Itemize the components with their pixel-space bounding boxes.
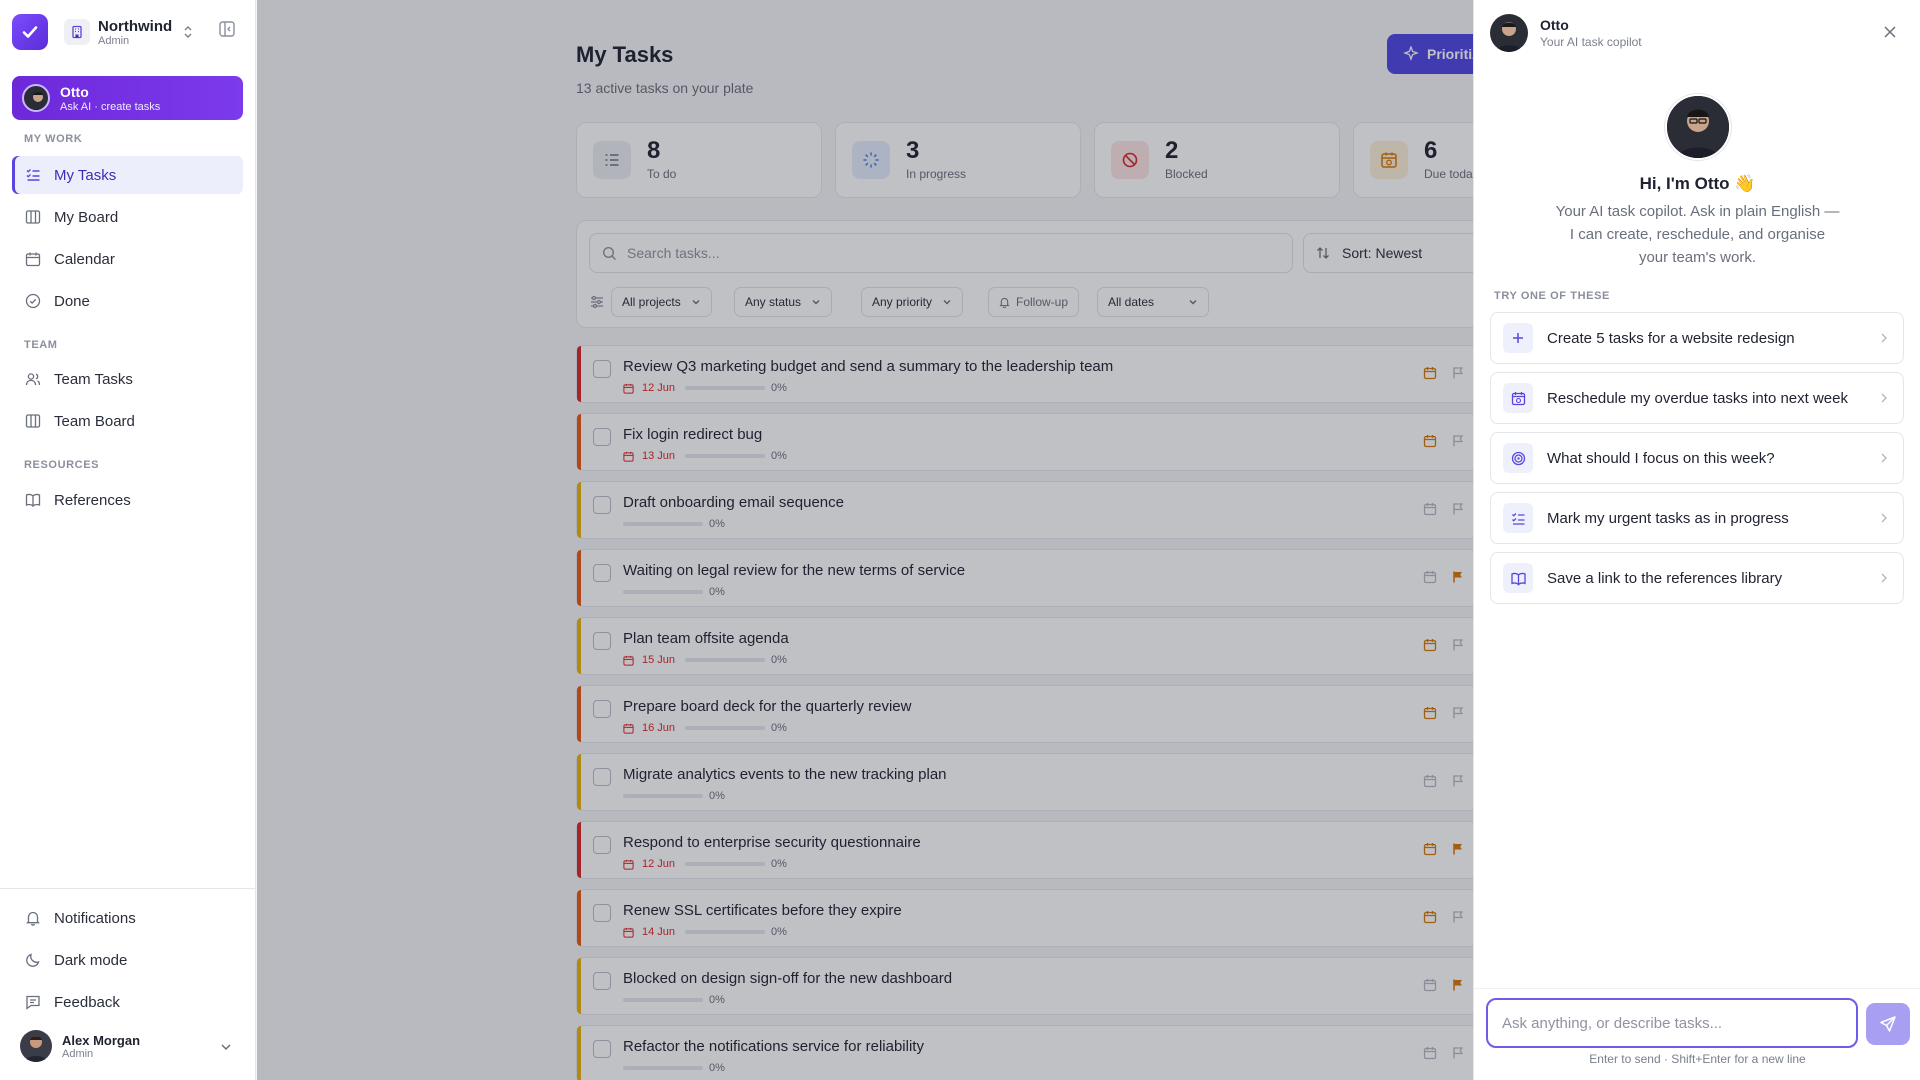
otto-chat-panel: Otto Your AI task copilot Hi, I'm Otto 👋… — [1473, 0, 1920, 1080]
sidebar: Northwind Admin Otto Ask AI · create tas… — [0, 0, 256, 1080]
sidebar-item-my-board[interactable]: My Board — [12, 198, 243, 236]
sidebar-item-team-board[interactable]: Team Board — [12, 402, 243, 440]
panel-subtitle: Your AI task copilot — [1540, 35, 1642, 49]
sidebar-item-label: My Board — [54, 208, 119, 226]
chevron-right-icon — [1879, 451, 1889, 468]
sidebar-item-label: Feedback — [54, 993, 120, 1011]
check-circle-icon — [24, 292, 42, 310]
sidebar-item-label: Done — [54, 292, 90, 310]
intro-text: Your AI task copilot. Ask in plain Engli… — [1555, 203, 1840, 266]
workspace-name: Northwind — [98, 17, 173, 35]
chat-input[interactable]: Ask anything, or describe tasks... — [1486, 998, 1858, 1048]
avatar — [20, 1030, 52, 1062]
otto-ask-ai-button[interactable]: Otto Ask AI · create tasks — [12, 76, 243, 120]
board-icon — [24, 208, 42, 226]
user-role: Admin — [62, 1047, 94, 1060]
sidebar-item-label: Calendar — [54, 250, 115, 268]
chevron-right-icon — [1879, 571, 1889, 588]
book-icon — [1503, 563, 1533, 593]
composer-divider — [1474, 988, 1920, 989]
moon-icon — [24, 951, 42, 969]
calendar-icon — [24, 250, 42, 268]
suggestion-item[interactable]: Create 5 tasks for a website redesign — [1490, 312, 1904, 364]
target-icon — [1503, 443, 1533, 473]
user-menu[interactable]: Alex Morgan Admin — [20, 1030, 240, 1062]
send-icon — [1879, 1015, 1897, 1033]
panel-title: Otto — [1540, 17, 1569, 33]
suggestion-item[interactable]: Save a link to the references library — [1490, 552, 1904, 604]
sidebar-item-done[interactable]: Done — [12, 282, 243, 320]
feedback-icon — [24, 993, 42, 1011]
close-icon[interactable] — [1882, 24, 1898, 45]
sidebar-item-references[interactable]: References — [12, 481, 243, 519]
otto-card-name: Otto — [60, 83, 89, 100]
section-label-team: TEAM — [24, 339, 58, 351]
suggestion-label: Save a link to the references library — [1547, 569, 1783, 587]
sidebar-item-calendar[interactable]: Calendar — [12, 240, 243, 278]
sidebar-item-team-tasks[interactable]: Team Tasks — [12, 360, 243, 398]
chevron-updown-icon — [182, 25, 194, 39]
chevron-right-icon — [1879, 391, 1889, 408]
sidebar-item-feedback[interactable]: Feedback — [12, 983, 243, 1021]
plus-icon — [1503, 323, 1533, 353]
chevron-down-icon — [220, 1040, 232, 1058]
sidebar-item-label: Team Tasks — [54, 370, 133, 388]
sidebar-item-my-tasks[interactable]: My Tasks — [12, 156, 243, 194]
workspace-switcher[interactable]: Northwind Admin — [12, 12, 244, 52]
list-check-icon — [24, 166, 42, 184]
send-button[interactable] — [1866, 1003, 1910, 1045]
suggestion-label: Create 5 tasks for a website redesign — [1547, 329, 1795, 347]
composer-hint: Enter to send · Shift+Enter for a new li… — [1589, 1052, 1806, 1066]
suggestion-item[interactable]: What should I focus on this week? — [1490, 432, 1904, 484]
greeting: Hi, I'm Otto 👋 — [1639, 174, 1756, 193]
otto-hero-avatar — [1665, 94, 1731, 160]
list-check-icon — [1503, 503, 1533, 533]
section-label-resources: RESOURCES — [24, 459, 100, 471]
sidebar-item-label: My Tasks — [54, 166, 117, 184]
bell-icon — [24, 909, 42, 927]
panel-header: Otto Your AI task copilot — [1490, 14, 1642, 52]
sidebar-item-label: Notifications — [54, 909, 136, 927]
section-label-my-work: MY WORK — [24, 133, 83, 145]
suggestion-item[interactable]: Mark my urgent tasks as in progress — [1490, 492, 1904, 544]
suggestion-label: Mark my urgent tasks as in progress — [1547, 509, 1789, 527]
app-logo — [12, 14, 48, 50]
workspace-role: Admin — [98, 34, 130, 47]
main-content: My Tasks 13 active tasks on your plate P… — [257, 0, 1473, 1080]
collapse-sidebar-icon[interactable] — [218, 20, 236, 43]
book-icon — [24, 491, 42, 509]
user-name: Alex Morgan — [62, 1032, 141, 1048]
sidebar-item-dark-mode[interactable]: Dark mode — [12, 941, 243, 979]
suggestions-label: TRY ONE OF THESE — [1494, 290, 1610, 302]
sidebar-item-label: Team Board — [54, 412, 135, 430]
chat-input-placeholder: Ask anything, or describe tasks... — [1502, 1014, 1723, 1032]
suggestion-label: Reschedule my overdue tasks into next we… — [1547, 389, 1848, 407]
sidebar-item-notifications[interactable]: Notifications — [12, 899, 243, 937]
modal-backdrop[interactable] — [257, 0, 1473, 1080]
suggestion-label: What should I focus on this week? — [1547, 449, 1775, 467]
otto-avatar — [1490, 14, 1528, 52]
chevron-right-icon — [1879, 331, 1889, 348]
board-icon — [24, 412, 42, 430]
suggestion-item[interactable]: Reschedule my overdue tasks into next we… — [1490, 372, 1904, 424]
sidebar-item-label: References — [54, 491, 131, 509]
building-icon — [64, 19, 90, 45]
otto-avatar — [22, 84, 50, 112]
sidebar-item-label: Dark mode — [54, 951, 128, 969]
users-icon — [24, 370, 42, 388]
chevron-right-icon — [1879, 511, 1889, 528]
calendar-clock-icon — [1503, 383, 1533, 413]
otto-card-subtitle: Ask AI · create tasks — [60, 100, 161, 113]
